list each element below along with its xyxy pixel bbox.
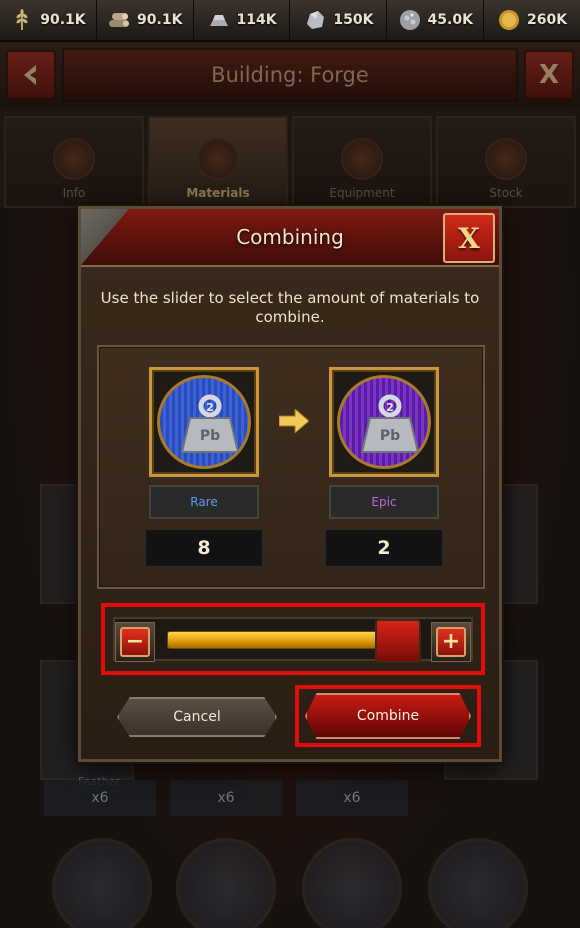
chevron-left-icon bbox=[24, 65, 36, 85]
dialog-title: Combining bbox=[236, 225, 344, 249]
slider-fill bbox=[167, 631, 398, 649]
resource-silver: 45.0K bbox=[387, 0, 485, 40]
dialog-title-bar: Combining bbox=[81, 209, 499, 267]
resource-bar: 90.1K 90.1K 114K 150K 45.0K 260K bbox=[0, 0, 580, 42]
rope-orb-icon[interactable] bbox=[428, 838, 528, 928]
tab-info[interactable]: Info bbox=[4, 116, 144, 208]
wood-logs-icon bbox=[109, 13, 130, 27]
minus-icon: − bbox=[120, 627, 150, 657]
lead-weight-icon: Pb 2 bbox=[360, 394, 420, 453]
building-close-button[interactable]: X bbox=[524, 50, 574, 100]
target-material-slot: Pb 2 bbox=[329, 367, 439, 477]
combine-button-highlight: Combine bbox=[295, 685, 481, 747]
tab-info-label: Info bbox=[62, 186, 86, 200]
lead-weight-icon: Pb 2 bbox=[180, 394, 240, 453]
source-orb: Pb 2 bbox=[157, 375, 251, 469]
iron-ingots-icon bbox=[209, 15, 228, 26]
resource-wheat-value: 90.1K bbox=[40, 12, 86, 28]
dialog-close-button[interactable]: X bbox=[443, 213, 495, 263]
silver-ore-icon bbox=[399, 10, 420, 30]
back-button[interactable] bbox=[6, 50, 56, 100]
material-quantity: x6 bbox=[44, 780, 156, 816]
source-tier-label: Rare bbox=[149, 485, 259, 519]
stone-icon bbox=[307, 11, 325, 29]
wheat-icon bbox=[16, 9, 28, 30]
info-icon bbox=[53, 138, 95, 180]
source-count: 8 bbox=[145, 529, 263, 567]
amount-slider[interactable]: − + bbox=[113, 617, 473, 663]
combine-button[interactable]: Combine bbox=[305, 693, 471, 739]
rope-orb-icon[interactable] bbox=[302, 838, 402, 928]
tab-equipment[interactable]: Equipment bbox=[292, 116, 432, 208]
amount-slider-highlight: − + bbox=[101, 603, 485, 675]
chest-icon bbox=[485, 138, 527, 180]
material-quantity: x6 bbox=[296, 780, 408, 816]
resource-gold: 260K bbox=[484, 0, 580, 40]
source-weight-badge: 2 bbox=[206, 401, 214, 414]
material-quantity: x6 bbox=[170, 780, 282, 816]
tab-equipment-label: Equipment bbox=[329, 186, 395, 200]
slider-handle[interactable] bbox=[375, 619, 421, 663]
plus-icon: + bbox=[436, 627, 466, 657]
cancel-button[interactable]: Cancel bbox=[117, 697, 277, 737]
target-count: 2 bbox=[325, 529, 443, 567]
resource-wood-value: 90.1K bbox=[137, 12, 183, 28]
combine-button-label: Combine bbox=[356, 708, 420, 724]
resource-stone-value: 150K bbox=[333, 12, 374, 28]
cancel-button-label: Cancel bbox=[173, 709, 221, 725]
ore-orb-icon[interactable] bbox=[52, 838, 152, 928]
resource-iron: 114K bbox=[194, 0, 291, 40]
building-tabs: Info Materials Equipment Stock bbox=[0, 108, 580, 208]
tab-stock-label: Stock bbox=[489, 186, 523, 200]
target-tier-label: Epic bbox=[329, 485, 439, 519]
target-weight-label: Pb bbox=[380, 428, 400, 444]
combine-preview-panel: Pb 2 Rare 8 Pb 2 Epic 2 bbox=[97, 345, 485, 589]
tab-stock[interactable]: Stock bbox=[436, 116, 576, 208]
resource-gold-value: 260K bbox=[527, 12, 568, 28]
resource-wood: 90.1K bbox=[97, 0, 194, 40]
resource-wheat: 90.1K bbox=[0, 0, 97, 40]
arrow-right-icon bbox=[279, 409, 309, 433]
resource-silver-value: 45.0K bbox=[427, 12, 473, 28]
resource-iron-value: 114K bbox=[236, 12, 277, 28]
gold-coin-icon bbox=[499, 10, 520, 30]
target-weight-badge: 2 bbox=[386, 401, 394, 414]
instruction-text: Use the slider to select the amount of m… bbox=[100, 289, 480, 326]
building-title: Building: Forge bbox=[62, 48, 518, 102]
close-icon: X bbox=[538, 60, 560, 90]
decrease-button[interactable]: − bbox=[115, 622, 155, 662]
resource-stone: 150K bbox=[290, 0, 388, 40]
building-header: Building: Forge X bbox=[0, 42, 580, 108]
tab-materials-label: Materials bbox=[186, 186, 250, 200]
source-weight-label: Pb bbox=[200, 428, 220, 444]
source-material-slot: Pb 2 bbox=[149, 367, 259, 477]
target-orb: Pb 2 bbox=[337, 375, 431, 469]
equipment-icon bbox=[341, 138, 383, 180]
tab-materials[interactable]: Materials bbox=[148, 116, 288, 208]
combining-dialog: Combining X Use the slider to select the… bbox=[78, 206, 502, 762]
triquetra-icon bbox=[197, 138, 239, 180]
celtic-knot-ornament-icon bbox=[81, 209, 129, 265]
close-icon: X bbox=[458, 221, 480, 255]
ore-orb-icon[interactable] bbox=[176, 838, 276, 928]
increase-button[interactable]: + bbox=[431, 622, 471, 662]
